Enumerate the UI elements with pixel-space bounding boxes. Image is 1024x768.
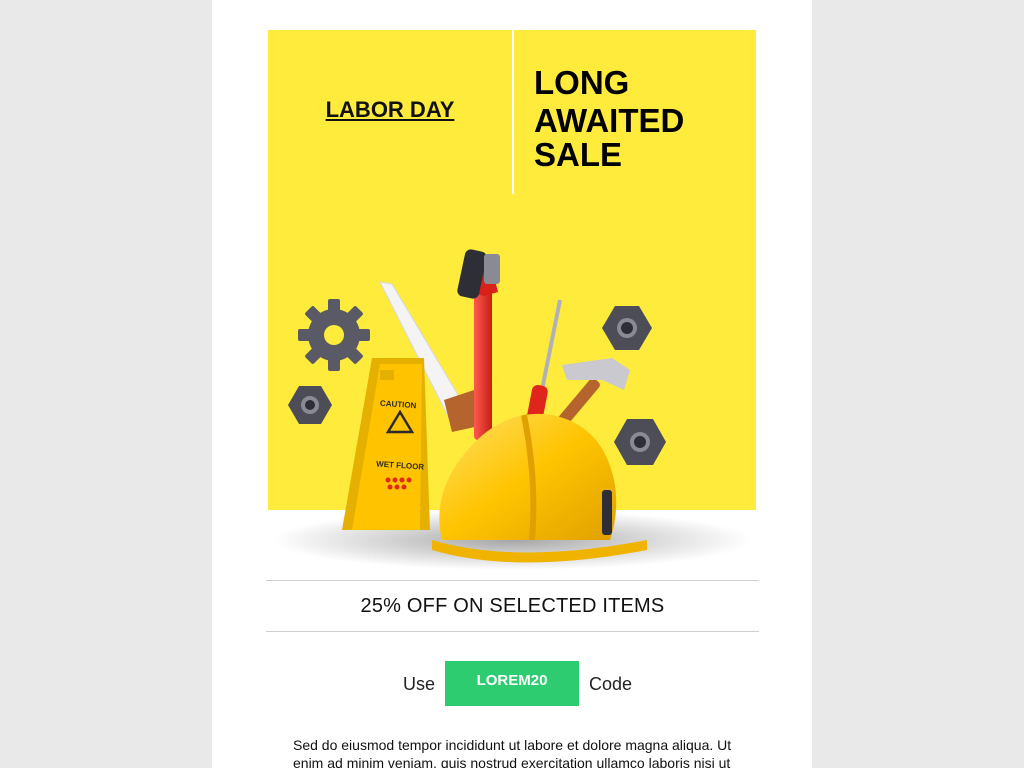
hex-nut-icon [602,306,652,350]
hero-left-panel: LABOR DAY [268,30,512,194]
email-body: LABOR DAY LONG AWAITED SALE CAUTION WET … [212,0,812,768]
hero-right-panel: LONG AWAITED SALE [534,64,744,172]
coupon-row: Use LOREM20 Code [212,661,812,706]
coupon-code-button[interactable]: LOREM20 [445,661,579,706]
coupon-prefix: Use [403,674,436,694]
hex-nut-icon [288,386,332,424]
hex-nut-icon [614,419,666,465]
hero-divider [512,30,514,194]
tools-illustration: CAUTION WET FLOOR [272,249,752,570]
body-paragraph: Sed do eiusmod tempor incididunt ut labo… [293,737,732,768]
coupon-suffix: Code [589,674,633,694]
promo-banner: 25% OFF ON SELECTED ITEMS [266,580,759,632]
promo-text: 25% OFF ON SELECTED ITEMS [360,594,665,617]
hero-headline-line2: AWAITED SALE [534,102,685,173]
hero-headline-line1: LONG [534,64,630,101]
caution-wet-floor-sign: CAUTION WET FLOOR [342,358,430,530]
labor-day-link[interactable]: LABOR DAY [326,97,455,123]
gear-icon [298,299,370,371]
